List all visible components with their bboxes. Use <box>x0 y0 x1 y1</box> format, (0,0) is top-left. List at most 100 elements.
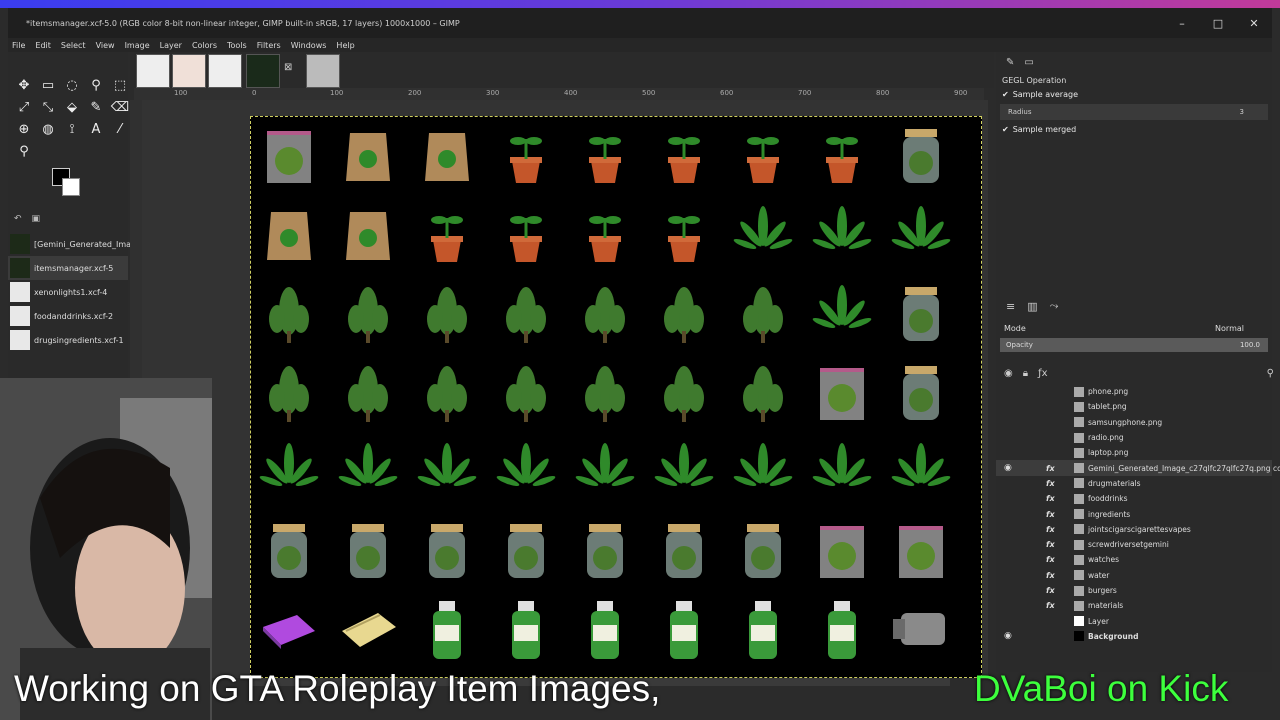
fx-icon[interactable]: fx <box>1046 555 1055 564</box>
menu-layer[interactable]: Layer <box>160 41 182 50</box>
tool-icon[interactable]: ✥ <box>12 74 36 96</box>
item-sprite-plant <box>257 360 321 424</box>
tool-icon[interactable]: ✎ <box>84 96 108 118</box>
layer-row[interactable]: fx ingredients <box>996 506 1272 521</box>
image-tab[interactable] <box>172 54 206 88</box>
maximize-button[interactable]: □ <box>1200 8 1236 38</box>
image-list-item[interactable]: drugsingredients.xcf-1 <box>8 328 128 352</box>
fx-icon[interactable]: fx <box>1046 479 1055 488</box>
sample-average-option[interactable]: ✔ Sample average <box>996 87 1272 102</box>
layer-row[interactable]: fx water <box>996 568 1272 583</box>
layer-row[interactable]: fx drugmaterials <box>996 476 1272 491</box>
fx-icon[interactable]: fx <box>1046 494 1055 503</box>
eye-icon[interactable]: ◉ <box>1004 463 1012 473</box>
tool-icon[interactable]: ⤡ <box>36 96 60 118</box>
sample-merged-option[interactable]: ✔ Sample merged <box>996 122 1272 137</box>
item-sprite-leaf <box>810 281 874 345</box>
minimize-button[interactable]: – <box>1164 8 1200 38</box>
paths-tab-icon[interactable]: ⤳ <box>1050 299 1059 313</box>
tool-icon[interactable]: ⟟ <box>60 118 84 140</box>
brush-icon[interactable]: ✎ <box>1006 57 1014 68</box>
layer-row[interactable]: fx materials <box>996 598 1272 613</box>
layer-row[interactable]: radio.png <box>996 430 1272 445</box>
images-icon[interactable]: ▣ <box>32 214 41 224</box>
item-sprite-leaf <box>810 439 874 503</box>
tool-icon[interactable]: ◌ <box>60 74 84 96</box>
layer-row[interactable]: fx burgers <box>996 583 1272 598</box>
fx-icon[interactable]: fx <box>1046 540 1055 549</box>
tool-icon[interactable]: ⤢ <box>12 96 36 118</box>
item-sprite-jar <box>336 518 400 582</box>
image-canvas[interactable] <box>250 116 982 678</box>
image-tab[interactable] <box>306 54 340 88</box>
undo-history-icon[interactable]: ↶ <box>14 214 22 224</box>
fx-icon[interactable]: fx <box>1046 586 1055 595</box>
image-tab[interactable] <box>136 54 170 88</box>
channel-caption: DVaBoi on Kick <box>974 668 1229 709</box>
opacity-slider[interactable]: Opacity 100.0 <box>1000 338 1268 352</box>
layer-row[interactable]: tablet.png <box>996 399 1272 414</box>
close-button[interactable]: ✕ <box>1236 8 1272 38</box>
tool-icon[interactable]: ⁄ <box>108 118 132 140</box>
fx-icon[interactable]: fx <box>1046 571 1055 580</box>
close-tab-icon[interactable]: ⊠ <box>284 62 292 73</box>
layer-row[interactable]: ◉ Background <box>996 629 1272 644</box>
tool-icon[interactable]: ⬚ <box>108 74 132 96</box>
image-list-item[interactable]: xenonlights1.xcf-4 <box>8 280 128 304</box>
layer-row[interactable]: fx jointscigarscigarettesvapes <box>996 522 1272 537</box>
fx-icon[interactable]: fx <box>1046 464 1055 473</box>
tool-icon[interactable]: ⚲ <box>84 74 108 96</box>
fx-icon[interactable]: fx <box>1046 601 1055 610</box>
fx-icon[interactable]: fx <box>1046 510 1055 519</box>
layer-row[interactable]: fx fooddrinks <box>996 491 1272 506</box>
layer-name: samsungphone.png <box>1088 417 1163 427</box>
layer-row[interactable]: fx screwdriversetgemini <box>996 537 1272 552</box>
menu-view[interactable]: View <box>96 41 115 50</box>
eye-icon[interactable]: ◉ <box>1004 368 1013 379</box>
menu-file[interactable]: File <box>12 41 25 50</box>
layer-row[interactable]: Layer <box>996 613 1272 628</box>
tool-icon[interactable]: ⊕ <box>12 118 36 140</box>
tool-icon[interactable]: ▭ <box>36 74 60 96</box>
tool-icon[interactable]: A <box>84 118 108 140</box>
fx-icon[interactable]: ƒx <box>1038 368 1047 379</box>
channels-tab-icon[interactable]: ▥ <box>1027 300 1037 313</box>
layer-row[interactable]: phone.png <box>996 384 1272 399</box>
lock-icon[interactable]: 🔒︎ <box>1023 368 1028 379</box>
layer-row[interactable]: ◉ fx Gemini_Generated_Image_c27qlfc27qlfc2… <box>996 460 1280 476</box>
menu-colors[interactable]: Colors <box>192 41 217 50</box>
layer-row[interactable]: samsungphone.png <box>996 415 1272 430</box>
tool-icon[interactable]: ⬙ <box>60 96 84 118</box>
menu-tools[interactable]: Tools <box>227 41 247 50</box>
menu-edit[interactable]: Edit <box>35 41 51 50</box>
image-list-item[interactable]: itemsmanager.xcf-5 <box>8 256 128 280</box>
image-list-item[interactable]: foodanddrinks.xcf-2 <box>8 304 128 328</box>
layer-name: burgers <box>1088 586 1117 595</box>
image-tab[interactable] <box>208 54 242 88</box>
eye-icon[interactable]: ◉ <box>1004 631 1012 641</box>
color-swatches[interactable] <box>52 168 82 196</box>
image-list-item[interactable]: [Gemini_Generated_Image <box>8 232 141 256</box>
layers-list: phone.png tablet.png samsungphone.png radio… <box>996 384 1280 644</box>
menu-filters[interactable]: Filters <box>257 41 281 50</box>
menu-windows[interactable]: Windows <box>291 41 327 50</box>
canvas-area[interactable] <box>142 100 988 678</box>
menu-select[interactable]: Select <box>61 41 86 50</box>
mode-select[interactable]: Normal <box>1215 324 1244 333</box>
background-color[interactable] <box>62 178 80 196</box>
fx-icon[interactable]: fx <box>1046 525 1055 534</box>
layer-row[interactable]: laptop.png <box>996 445 1272 460</box>
tool-icon[interactable]: ⌫ <box>108 96 132 118</box>
layer-row[interactable]: fx watches <box>996 552 1272 567</box>
item-sprite-jar <box>494 518 558 582</box>
ruler-label: 100 <box>330 89 344 97</box>
tool-icon[interactable]: ◍ <box>36 118 60 140</box>
menu-help[interactable]: Help <box>336 41 354 50</box>
layers-tab-icon[interactable]: ≡ <box>1006 300 1015 313</box>
radius-slider[interactable]: Radius 3 <box>1000 104 1268 120</box>
search-icon[interactable]: ⚲ <box>1267 368 1274 379</box>
tool-options-icon[interactable]: ▭ <box>1024 57 1033 68</box>
menu-image[interactable]: Image <box>125 41 150 50</box>
image-tab[interactable] <box>246 54 280 88</box>
tool-icon[interactable]: ⚲ <box>12 140 36 162</box>
